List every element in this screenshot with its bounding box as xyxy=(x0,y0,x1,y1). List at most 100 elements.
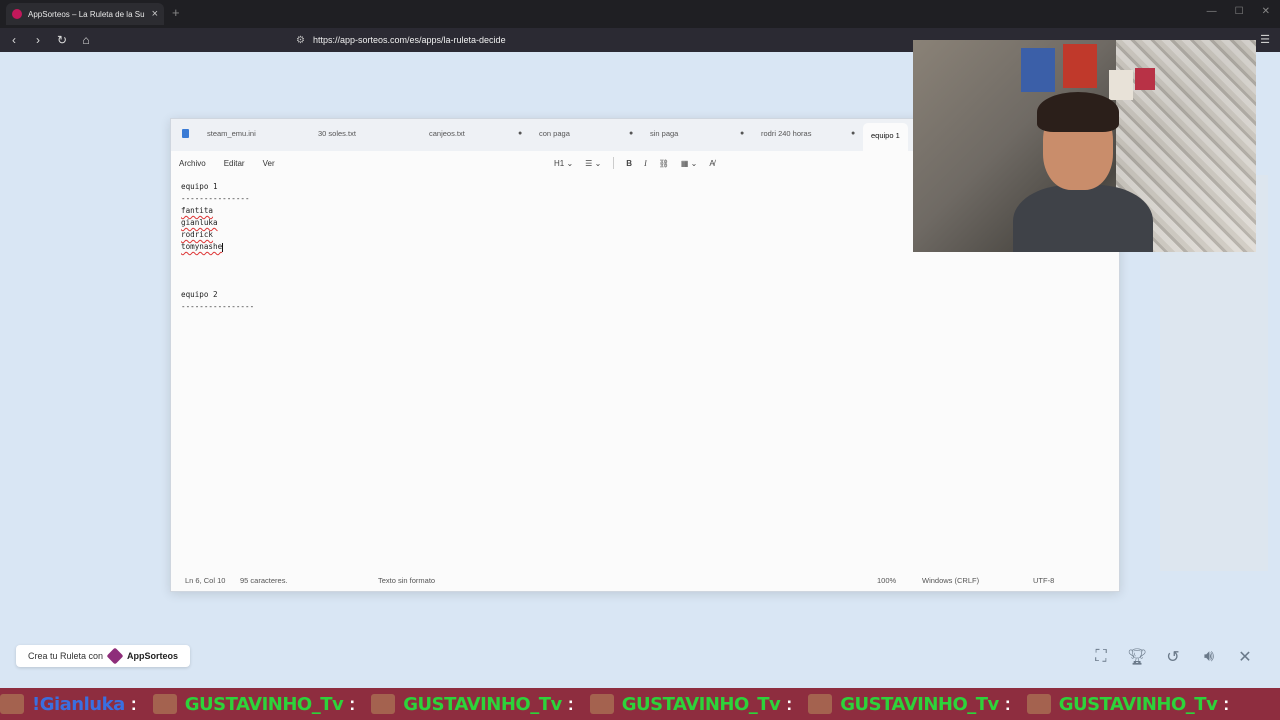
menu-editar[interactable]: Editar xyxy=(224,159,245,168)
text-caret xyxy=(222,242,224,252)
close-icon[interactable]: ✕ xyxy=(1234,646,1256,668)
notepad-tab-active[interactable]: equipo 1 xyxy=(863,123,908,151)
chat-username: GUSTAVINHO_Tv xyxy=(1058,693,1218,715)
cursor-position: Ln 6, Col 10 xyxy=(185,576,226,585)
chat-ticker: !Gianluka : GUSTAVINHO_Tv : GUSTAVINHO_T… xyxy=(0,688,1280,720)
browser-extensions: ☰ xyxy=(1260,33,1270,46)
bold-button[interactable]: B xyxy=(626,159,632,168)
notepad-editor[interactable]: equipo 1 --------------- fantita gianluk… xyxy=(181,181,254,313)
back-icon[interactable]: ‹ xyxy=(4,33,24,47)
chat-colon: : xyxy=(130,693,137,714)
webcam-overlay xyxy=(913,40,1256,252)
browser-tab[interactable]: AppSorteos – La Ruleta de la Su × xyxy=(6,3,164,25)
address-bar[interactable]: ⚙ https://app-sorteos.com/es/apps/la-rul… xyxy=(296,35,506,46)
zoom-level[interactable]: 100% xyxy=(877,576,896,585)
chat-username: GUSTAVINHO_Tv xyxy=(403,693,562,715)
poster xyxy=(1021,48,1055,92)
heading-label: H1 xyxy=(554,158,565,168)
chat-colon: : xyxy=(786,693,793,714)
team2-title: equipo 2 xyxy=(181,290,218,299)
ticker-item: GUSTAVINHO_Tv : xyxy=(808,694,1011,715)
streamer-figure xyxy=(1013,90,1153,252)
ticker-item: !Gianluka : xyxy=(0,694,137,715)
browser-tab-title: AppSorteos – La Ruleta de la Su xyxy=(28,9,145,19)
browser-tab-bar: AppSorteos – La Ruleta de la Su × + — ☐ … xyxy=(0,0,1280,28)
team1-title: equipo 1 xyxy=(181,182,218,191)
chat-username: GUSTAVINHO_Tv xyxy=(621,693,781,715)
italic-button[interactable]: I xyxy=(644,159,647,168)
menu-icon[interactable]: ☰ xyxy=(1260,33,1270,46)
notepad-tab[interactable]: sin paga xyxy=(650,129,678,138)
roulette-controls: ⛶ 🏆︎ ↺ 🔊︎ ✕ xyxy=(1090,646,1256,668)
chat-username: GUSTAVINHO_Tv xyxy=(184,693,344,715)
ticker-item: GUSTAVINHO_Tv : xyxy=(589,693,793,715)
emote-icon xyxy=(371,694,396,714)
emote-icon xyxy=(152,694,177,714)
file-icon xyxy=(182,129,189,138)
minimize-icon[interactable]: — xyxy=(1207,6,1217,17)
clear-format-icon[interactable]: A̸ xyxy=(709,159,714,168)
team1-member: tomynashe xyxy=(181,242,223,251)
team1-member: gianluka xyxy=(181,218,218,227)
promo-brand: AppSorteos xyxy=(127,651,179,661)
streamer-hair xyxy=(1037,92,1119,132)
close-window-icon[interactable]: ✕ xyxy=(1262,6,1270,17)
format-toolbar: H1 ⌄ ☰ ⌄ B I ⛓ ▦ ⌄ A̸ xyxy=(554,151,715,175)
list-dropdown-icon[interactable]: ☰ ⌄ xyxy=(585,159,601,168)
chat-username: !Gianluka xyxy=(32,693,125,715)
appsorteos-promo[interactable]: Crea tu Ruleta con AppSorteos xyxy=(16,645,191,667)
window-controls: — ☐ ✕ xyxy=(1207,6,1270,17)
menu-ver[interactable]: Ver xyxy=(263,159,275,168)
team1-member: fantita xyxy=(181,206,214,215)
home-icon[interactable]: ⌂ xyxy=(76,33,96,47)
unsaved-dot-icon: ● xyxy=(629,130,634,137)
chat-username: GUSTAVINHO_Tv xyxy=(840,693,999,715)
notepad-tab[interactable]: canjeos.txt xyxy=(429,129,465,138)
promo-text: Crea tu Ruleta con xyxy=(28,651,104,661)
table-dropdown-icon[interactable]: ▦ ⌄ xyxy=(681,159,697,168)
appsorteos-logo-icon xyxy=(106,647,124,665)
emote-icon xyxy=(808,694,833,714)
url-text[interactable]: https://app-sorteos.com/es/apps/la-rulet… xyxy=(313,35,506,45)
close-tab-icon[interactable]: × xyxy=(152,8,158,20)
chat-colon: : xyxy=(349,693,356,714)
forward-icon[interactable]: › xyxy=(28,33,48,47)
team2-separator: ---------------- xyxy=(181,302,255,311)
poster xyxy=(1135,68,1155,90)
new-tab-button[interactable]: + xyxy=(172,5,180,20)
link-icon[interactable]: ⛓ xyxy=(659,159,669,168)
ticker-item: GUSTAVINHO_Tv : xyxy=(152,693,356,715)
reload-icon[interactable]: ↻ xyxy=(52,33,72,47)
heading-dropdown[interactable]: H1 ⌄ xyxy=(554,159,573,168)
emote-icon xyxy=(589,694,614,714)
fullscreen-icon[interactable]: ⛶ xyxy=(1090,646,1112,668)
site-favicon-icon xyxy=(12,9,22,19)
unsaved-dot-icon: ● xyxy=(740,130,745,137)
unsaved-dot-icon: ● xyxy=(518,130,523,137)
menu-archivo[interactable]: Archivo xyxy=(179,159,206,168)
notepad-tab[interactable]: steam_emu.ini xyxy=(207,129,256,138)
notepad-status-bar: Ln 6, Col 10 95 caracteres. Texto sin fo… xyxy=(171,569,1119,591)
toolbar-divider xyxy=(613,157,615,169)
notepad-tab[interactable]: 30 soles.txt xyxy=(318,129,356,138)
maximize-icon[interactable]: ☐ xyxy=(1235,6,1244,17)
chat-colon: : xyxy=(567,693,574,714)
chat-colon: : xyxy=(1004,693,1011,714)
chat-colon: : xyxy=(1223,693,1230,714)
reset-icon[interactable]: ↺ xyxy=(1162,646,1184,668)
line-ending[interactable]: Windows (CRLF) xyxy=(922,576,979,585)
notepad-tab[interactable]: con paga xyxy=(539,129,570,138)
volume-icon[interactable]: 🔊︎ xyxy=(1198,646,1220,668)
site-info-icon[interactable]: ⚙ xyxy=(296,35,305,46)
ticker-item: GUSTAVINHO_Tv : xyxy=(1026,693,1230,715)
emote-icon xyxy=(0,694,24,714)
unsaved-dot-icon: ● xyxy=(851,130,856,137)
char-count: 95 caracteres. xyxy=(240,576,288,585)
text-format[interactable]: Texto sin formato xyxy=(378,576,435,585)
streamer-shirt xyxy=(1013,185,1153,252)
poster xyxy=(1063,44,1097,88)
encoding[interactable]: UTF-8 xyxy=(1033,576,1054,585)
emote-icon xyxy=(1026,694,1051,714)
trophy-icon[interactable]: 🏆︎ xyxy=(1126,646,1148,668)
notepad-tab[interactable]: rodri 240 horas xyxy=(761,129,811,138)
